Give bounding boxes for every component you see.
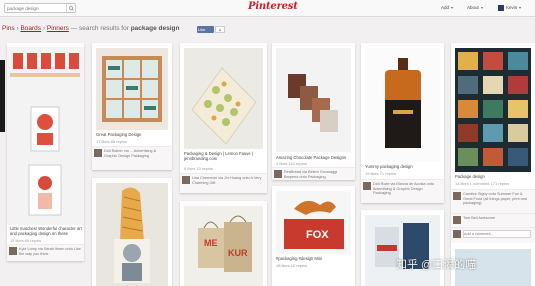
pin-card[interactable]: ME KUR <box>180 201 267 286</box>
search-results-text: — search results for <box>70 25 129 32</box>
pin-card[interactable]: Little matches! Wonderful character art … <box>7 43 84 261</box>
avatar <box>274 170 282 178</box>
pin-image[interactable] <box>184 48 263 149</box>
svg-text:ME: ME <box>204 238 218 248</box>
pin-image[interactable] <box>276 48 351 152</box>
nav-user-menu[interactable]: Kevin <box>498 5 522 11</box>
caret-down-icon <box>480 6 483 9</box>
like-button[interactable]: Like <box>197 26 214 33</box>
pin-card[interactable]: Great Packaging Design 17 likes 86 repin… <box>92 43 172 170</box>
avatar <box>453 216 461 224</box>
add-comment-row <box>451 227 535 243</box>
avatar <box>453 192 461 200</box>
avatar <box>94 149 102 157</box>
search-box[interactable] <box>4 3 76 13</box>
pin-image[interactable] <box>455 48 531 172</box>
like-count: 1 <box>215 26 225 33</box>
attribution-text: Kyle Lomp via Sarah Ibsen onto Like the … <box>19 247 81 256</box>
pin-attribution: Kyle Lomp via Sarah Ibsen onto Like the … <box>7 244 84 261</box>
pin-stats: 18 likes 10 repins <box>276 263 308 268</box>
add-comment-input[interactable] <box>463 230 531 238</box>
breadcrumb: Pins › Boards › Pinners — search results… <box>2 25 180 32</box>
search-query: package design <box>130 25 180 32</box>
avatar <box>498 5 504 11</box>
side-edge <box>0 60 5 132</box>
crumb-boards[interactable]: Boards <box>20 25 41 32</box>
pin-card[interactable]: Amazing Chocolate Package Designs 4 like… <box>272 43 355 180</box>
avatar <box>9 247 17 255</box>
pin-image[interactable] <box>96 48 168 130</box>
pin-attribution: RedBread via Bélem Grossaggi Barpena ont… <box>272 167 355 180</box>
pin-description: Little matches! Wonderful character art … <box>10 226 82 236</box>
comment-text: Tom Bell Awesome <box>463 216 496 220</box>
pin-image[interactable] <box>365 48 440 162</box>
pinterest-logo[interactable]: Pinterest <box>248 1 298 15</box>
pin-stats: 6 likes 10 repins <box>184 166 213 171</box>
like-label: Like <box>198 27 206 32</box>
crumb-pins[interactable]: Pins <box>2 25 15 32</box>
pin-description: #packaging #design Mini <box>276 256 323 261</box>
pin-card[interactable]: Yummy packaging design 19 likes 71 repin… <box>361 43 444 203</box>
pin-stats: 17 likes 86 repins <box>96 139 128 144</box>
caret-down-icon <box>451 6 454 9</box>
pin-description: Package design <box>455 174 485 179</box>
pin-attribution: Didi Rose via Marcia de Acosta onto Adve… <box>361 179 444 203</box>
attribution-text: RedBread via Bélem Grossaggi Barpena ont… <box>284 170 338 179</box>
pin-image[interactable] <box>365 215 440 286</box>
pin-stats: 14 likes 1 comment 171 repins <box>455 181 510 186</box>
search-icon <box>69 5 74 11</box>
pin-description: Great Packaging Design <box>96 132 142 137</box>
pin-description: Amazing Chocolate Package Designs <box>276 155 347 160</box>
watermark: 知乎 @口渴的喵 <box>396 259 477 271</box>
pin-card[interactable]: FOX #packaging #design Mini 18 likes 10 … <box>272 186 355 286</box>
pin-image[interactable] <box>96 183 168 286</box>
search-button[interactable] <box>66 4 75 12</box>
attribution-text: Lisa Chernecki via Jin Huang onto A Very… <box>192 176 262 185</box>
avatar <box>453 230 461 238</box>
nav-about[interactable]: About <box>467 5 483 10</box>
crumb-pinners[interactable]: Pinners <box>47 25 69 32</box>
pin-card[interactable]: Package design 14 likes 1 comment 171 re… <box>451 43 535 286</box>
pin-description: Packaging & Design | Lemon Fauve | jennb… <box>184 151 253 161</box>
top-bar: Pinterest Add About Kevin <box>0 0 535 17</box>
pin-description: Yummy packaging design <box>365 164 413 169</box>
search-input[interactable] <box>7 5 63 12</box>
pin-stats: 19 likes 71 repins <box>365 171 397 176</box>
attribution-text: Candice Sigby onto Summer Fun & Great Fo… <box>463 192 527 206</box>
svg-text:FOX: FOX <box>306 229 329 241</box>
pin-card[interactable] <box>361 210 444 286</box>
pin-card[interactable]: Packaging & Design | Lemon Fauve | jennb… <box>180 43 267 193</box>
pin-attribution: Lisa Chernecki via Jin Huang onto A Very… <box>180 173 267 193</box>
pin-attribution: Candice Sigby onto Summer Fun & Great Fo… <box>451 189 535 213</box>
pin-image[interactable]: FOX <box>276 191 351 254</box>
nav-user-label: Kevin <box>506 5 518 11</box>
avatar <box>363 182 371 190</box>
pin-card[interactable] <box>92 178 172 286</box>
attribution-text: Didi Rainer via ... Advertising & Graphi… <box>104 149 157 158</box>
svg-text:KUR: KUR <box>228 248 248 258</box>
pin-stats: 15 likes 69 repins <box>10 238 42 243</box>
caret-down-icon <box>519 7 522 9</box>
pin-attribution: Didi Rainer via ... Advertising & Graphi… <box>92 146 172 170</box>
nav-add-label: Add <box>441 5 450 10</box>
nav-about-label: About <box>467 5 479 10</box>
attribution-text: Didi Rose via Marcia de Acosta onto Adve… <box>373 182 434 196</box>
pin-comment: Tom Bell Awesome <box>451 213 535 227</box>
pin-image[interactable] <box>7 47 84 225</box>
pin-stats: 4 likes 110 repins <box>276 161 307 166</box>
nav-add[interactable]: Add <box>441 5 454 10</box>
avatar <box>182 176 190 184</box>
pin-image[interactable]: ME KUR <box>184 206 263 286</box>
